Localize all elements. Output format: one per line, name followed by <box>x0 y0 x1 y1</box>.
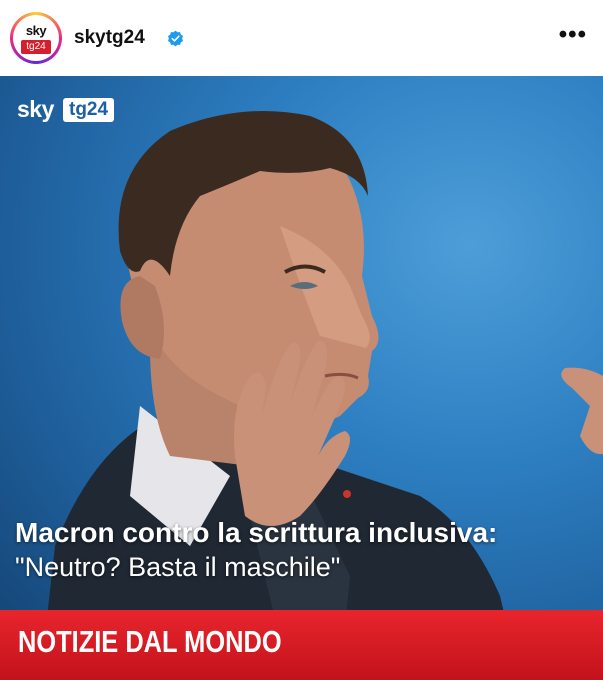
verified-badge-icon <box>168 30 183 47</box>
category-banner: NOTIZIE DAL MONDO <box>0 610 603 680</box>
headline: Macron contro la scrittura inclusiva: "N… <box>15 516 595 584</box>
category-banner-text: NOTIZIE DAL MONDO <box>18 624 282 659</box>
account-avatar[interactable]: sky tg24 <box>10 12 62 64</box>
headline-line-2: "Neutro? Basta il maschile" <box>15 552 341 582</box>
more-options-icon[interactable]: ••• <box>559 21 587 49</box>
avatar-sky-text: sky <box>25 23 47 38</box>
headline-line-1: Macron contro la scrittura inclusiva: <box>15 517 498 548</box>
post-header: sky tg24 skytg24 ••• <box>0 0 603 76</box>
post-image[interactable]: sky tg24 Macron contro la scrittura incl… <box>0 76 603 680</box>
brand-sky-text: sky <box>17 96 54 122</box>
brand-tg-text: tg24 <box>63 98 115 122</box>
account-username[interactable]: skytg24 <box>74 27 145 49</box>
avatar-logo: sky tg24 <box>13 15 59 61</box>
person-photo <box>40 111 603 680</box>
avatar-tg-text: tg24 <box>21 40 51 54</box>
